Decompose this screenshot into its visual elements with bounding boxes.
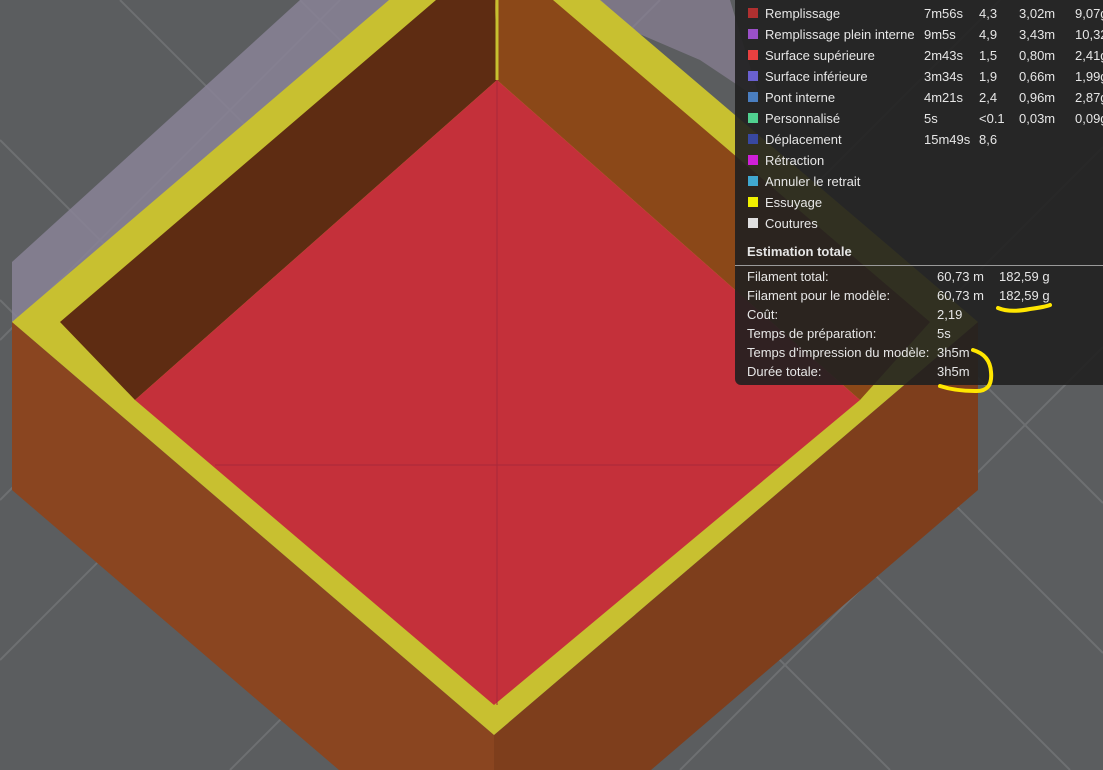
totals-label: Temps d'impression du modèle:: [747, 345, 930, 360]
legend-length: 0,96m: [1019, 90, 1056, 105]
totals-title: Estimation totale: [747, 244, 852, 259]
totals-label: Filament total:: [747, 269, 829, 284]
totals-label: Filament pour le modèle:: [747, 288, 891, 303]
legend-time: 4m21s: [924, 90, 964, 105]
color-swatch: [748, 92, 758, 102]
legend-percent: 1,9: [979, 69, 998, 84]
slicing-statistics-panel: Remplissage 7m56s 4,3 3,02m 9,07g Rempli…: [735, 0, 1103, 385]
totals-row: Filament total: 60,73 m 182,59 g: [747, 266, 1050, 287]
totals-row: Coût: 2,19: [747, 304, 962, 325]
legend-label: Personnalisé: [765, 111, 841, 126]
color-swatch: [748, 155, 758, 165]
legend-percent: 4,3: [979, 6, 998, 21]
legend-weight: 1,99g: [1075, 69, 1103, 84]
legend-time: 15m49s: [924, 132, 971, 147]
legend-time: 5s: [924, 111, 938, 126]
totals-value: 60,73 m: [937, 269, 984, 284]
legend-weight: 2,41g: [1075, 48, 1103, 63]
legend-label: Essuyage: [765, 195, 823, 210]
totals-row: Durée totale: 3h5m: [747, 361, 970, 382]
totals-value: 3h5m: [937, 345, 970, 360]
legend-weight: 0,09g: [1075, 111, 1103, 126]
totals-value: 60,73 m: [937, 288, 984, 303]
legend-label: Pont interne: [765, 90, 836, 105]
legend-weight: 2,87g: [1075, 90, 1103, 105]
legend-weight: 9,07g: [1075, 6, 1103, 21]
totals-value: 3h5m: [937, 364, 970, 379]
legend-time: 2m43s: [924, 48, 964, 63]
legend-label: Surface inférieure: [765, 69, 868, 84]
legend-label: Déplacement: [765, 132, 842, 147]
legend-length: 3,02m: [1019, 6, 1056, 21]
color-swatch: [748, 8, 758, 18]
legend-label: Remplissage: [765, 6, 841, 21]
legend-label: Rétraction: [765, 153, 825, 168]
legend-percent: 1,5: [979, 48, 998, 63]
color-swatch: [748, 197, 758, 207]
color-swatch: [748, 218, 758, 228]
color-swatch: [748, 50, 758, 60]
legend-length: 3,43m: [1019, 27, 1056, 42]
totals-row: Temps d'impression du modèle: 3h5m: [747, 342, 970, 363]
totals-row: Filament pour le modèle: 60,73 m 182,59 …: [747, 285, 1050, 306]
legend-length: 0,66m: [1019, 69, 1056, 84]
legend-label: Remplissage plein interne: [765, 27, 915, 42]
color-swatch: [748, 113, 758, 123]
legend-length: 0,80m: [1019, 48, 1056, 63]
legend-percent: 2,4: [979, 90, 998, 105]
legend-weight: 10,32: [1075, 27, 1103, 42]
legend-percent: <0.1: [979, 111, 1005, 126]
totals-value: 2,19: [937, 307, 963, 322]
color-swatch: [748, 134, 758, 144]
legend-label: Annuler le retrait: [765, 174, 861, 189]
legend-percent: 4,9: [979, 27, 998, 42]
totals-row: Temps de préparation: 5s: [747, 323, 951, 344]
totals-weight: 182,59 g: [999, 269, 1050, 284]
color-swatch: [748, 176, 758, 186]
legend-time: 9m5s: [924, 27, 956, 42]
totals-label: Coût:: [747, 307, 779, 322]
totals-label: Durée totale:: [747, 364, 822, 379]
totals-weight: 182,59 g: [999, 288, 1050, 303]
legend-label: Surface supérieure: [765, 48, 875, 63]
legend-time: 3m34s: [924, 69, 964, 84]
color-swatch: [748, 29, 758, 39]
totals-value: 5s: [937, 326, 951, 341]
totals-label: Temps de préparation:: [747, 326, 877, 341]
legend-label: Coutures: [765, 216, 818, 231]
legend-time: 7m56s: [924, 6, 964, 21]
color-swatch: [748, 71, 758, 81]
legend-percent: 8,6: [979, 132, 998, 147]
legend-length: 0,03m: [1019, 111, 1056, 126]
